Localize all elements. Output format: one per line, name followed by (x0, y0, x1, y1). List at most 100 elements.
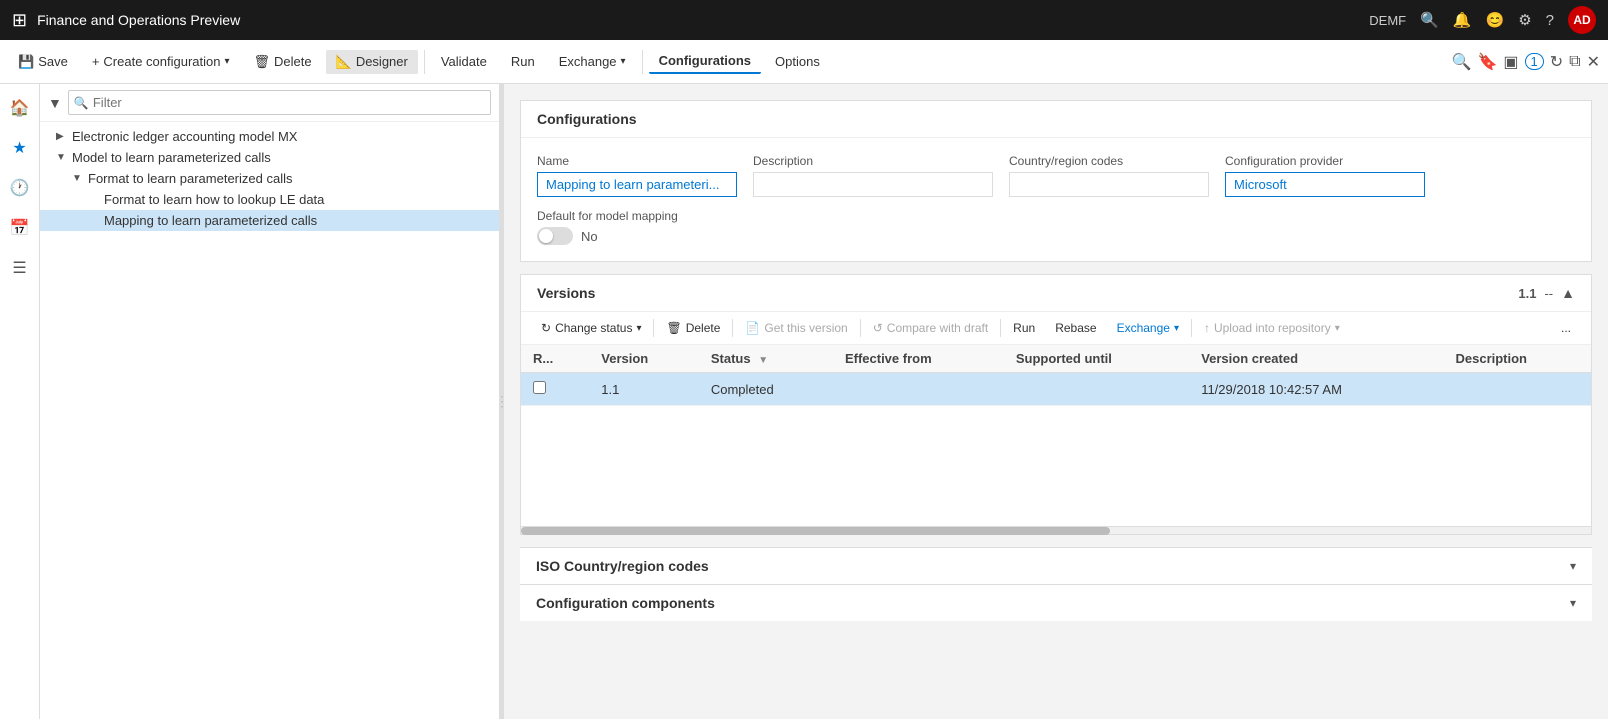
tree-arrow-expanded: ▼ (56, 152, 68, 163)
toggle-row: No (537, 227, 1575, 245)
col-supported-until[interactable]: Supported until (1004, 345, 1189, 373)
tree-item-label: Electronic ledger accounting model MX (72, 129, 297, 144)
tree-item-label: Model to learn parameterized calls (72, 150, 271, 165)
description-input[interactable] (753, 172, 993, 197)
delete-button[interactable]: 🗑 Delete (244, 50, 322, 74)
provider-input[interactable] (1225, 172, 1425, 197)
default-mapping-field: Default for model mapping No (537, 209, 1575, 245)
split-icon[interactable]: ▣ (1503, 52, 1518, 72)
toolbar-sep3 (860, 319, 861, 337)
chevron-down-icon: ▾ (1570, 596, 1576, 610)
change-status-button[interactable]: ↻ Change status ▾ (533, 318, 649, 338)
tree-panel: ▼ 🔍 ▶ Electronic ledger accounting model… (40, 84, 500, 719)
toggle-label: No (581, 229, 598, 244)
filter-input[interactable] (68, 90, 491, 115)
rebase-button[interactable]: Rebase (1047, 318, 1104, 338)
cell-version-created: 11/29/2018 10:42:57 AM (1189, 373, 1443, 406)
designer-button[interactable]: 📐 Designer (326, 50, 418, 74)
recent-icon[interactable]: 🕐 (4, 172, 36, 204)
help-icon[interactable]: ? (1546, 12, 1554, 29)
horizontal-scrollbar[interactable] (521, 526, 1591, 534)
search-icon[interactable]: 🔍 (1420, 11, 1439, 29)
bookmark-icon[interactable]: 🔖 (1477, 52, 1497, 72)
filter-icon: ▼ (48, 95, 62, 111)
col-status[interactable]: Status ▼ (699, 345, 833, 373)
upload-repo-button[interactable]: ↑ Upload into repository ▾ (1196, 318, 1348, 338)
col-description[interactable]: Description (1443, 345, 1591, 373)
col-version[interactable]: Version (589, 345, 699, 373)
validate-button[interactable]: Validate (431, 50, 497, 73)
cell-description (1443, 373, 1591, 406)
calendar-icon[interactable]: 📅 (4, 212, 36, 244)
default-mapping-toggle[interactable] (537, 227, 573, 245)
tree-item-format-parameterized[interactable]: ▼ Format to learn parameterized calls (40, 168, 499, 189)
tree-item-label: Format to learn parameterized calls (88, 171, 292, 186)
chevron-down-icon: ▾ (225, 56, 230, 67)
more-options-button[interactable]: ... (1553, 318, 1579, 338)
name-input[interactable] (537, 172, 737, 197)
cell-effective-from (833, 373, 1004, 406)
settings-icon[interactable]: ⚙ (1518, 11, 1531, 29)
filter-search-icon: 🔍 (74, 96, 89, 110)
col-version-created[interactable]: Version created (1189, 345, 1443, 373)
app-grid-icon[interactable]: ⊞ (12, 10, 27, 31)
search-cmd-icon[interactable]: 🔍 (1452, 52, 1472, 72)
configurations-section-body: Name Description Country/region codes Co… (521, 138, 1591, 261)
list-icon[interactable]: ☰ (4, 252, 36, 284)
row-checkbox[interactable] (533, 381, 546, 394)
versions-controls: 1.1 -- ▲ (1518, 285, 1575, 301)
smiley-icon[interactable]: 😊 (1486, 11, 1505, 29)
filter-icon: ▼ (758, 355, 768, 366)
app-title: Finance and Operations Preview (37, 12, 240, 28)
country-label: Country/region codes (1009, 154, 1209, 168)
compare-draft-button[interactable]: ↺ Compare with draft (865, 318, 996, 338)
table-header-row: R... Version Status ▼ Effective from Sup… (521, 345, 1591, 373)
trash-icon: 🗑 (666, 321, 681, 335)
refresh-icon[interactable]: ↻ (1550, 52, 1563, 72)
tree-item-label: Format to learn how to lookup LE data (104, 192, 324, 207)
iso-title: ISO Country/region codes (536, 558, 709, 574)
designer-icon: 📐 (336, 54, 352, 70)
name-label: Name (537, 154, 737, 168)
versions-delete-button[interactable]: 🗑 Delete (658, 318, 728, 338)
title-bar: ⊞ Finance and Operations Preview DEMF 🔍 … (0, 0, 1608, 40)
star-icon[interactable]: ★ (4, 132, 36, 164)
tree-item-format-lookup[interactable]: Format to learn how to lookup LE data (40, 189, 499, 210)
versions-header: Versions 1.1 -- ▲ (521, 275, 1591, 312)
close-icon[interactable]: ✕ (1587, 52, 1600, 72)
create-configuration-button[interactable]: + Create configuration ▾ (82, 50, 240, 73)
config-form-row: Name Description Country/region codes Co… (537, 154, 1575, 197)
table-row[interactable]: 1.1 Completed 11/29/2018 10:42:57 AM (521, 373, 1591, 406)
cell-supported-until (1004, 373, 1189, 406)
bell-icon[interactable]: 🔔 (1453, 11, 1472, 29)
collapse-icon[interactable]: ▲ (1561, 285, 1575, 301)
tree-item-electronic-ledger[interactable]: ▶ Electronic ledger accounting model MX (40, 126, 499, 147)
restore-icon[interactable]: ⧉ (1569, 53, 1580, 71)
upload-chevron-icon: ▾ (1335, 323, 1340, 334)
name-field: Name (537, 154, 737, 197)
tree-item-model-parameterized[interactable]: ▼ Model to learn parameterized calls (40, 147, 499, 168)
scrollbar-thumb[interactable] (521, 527, 1110, 535)
toolbar-sep5 (1191, 319, 1192, 337)
iso-section[interactable]: ISO Country/region codes ▾ (520, 547, 1592, 584)
col-effective-from[interactable]: Effective from (833, 345, 1004, 373)
run-button[interactable]: Run (501, 50, 545, 73)
refresh-icon: ↻ (541, 321, 551, 335)
cell-r (521, 373, 589, 406)
home-icon[interactable]: 🏠 (4, 92, 36, 124)
exchange-versions-button[interactable]: Exchange ▾ (1109, 318, 1187, 338)
configurations-tab[interactable]: Configurations (649, 49, 761, 74)
options-tab[interactable]: Options (765, 50, 830, 73)
save-button[interactable]: 💾 Save (8, 50, 78, 74)
get-icon: 📄 (745, 321, 760, 335)
exchange-button[interactable]: Exchange ▾ (549, 50, 636, 73)
user-avatar[interactable]: AD (1568, 6, 1596, 34)
get-version-button[interactable]: 📄 Get this version (737, 318, 855, 338)
config-components-section[interactable]: Configuration components ▾ (520, 584, 1592, 621)
tree-item-mapping-parameterized[interactable]: Mapping to learn parameterized calls (40, 210, 499, 231)
run-versions-button[interactable]: Run (1005, 318, 1043, 338)
version-sep: -- (1544, 286, 1553, 301)
versions-table-wrap: R... Version Status ▼ Effective from Sup… (521, 345, 1591, 406)
country-input[interactable] (1009, 172, 1209, 197)
description-field: Description (753, 154, 993, 197)
